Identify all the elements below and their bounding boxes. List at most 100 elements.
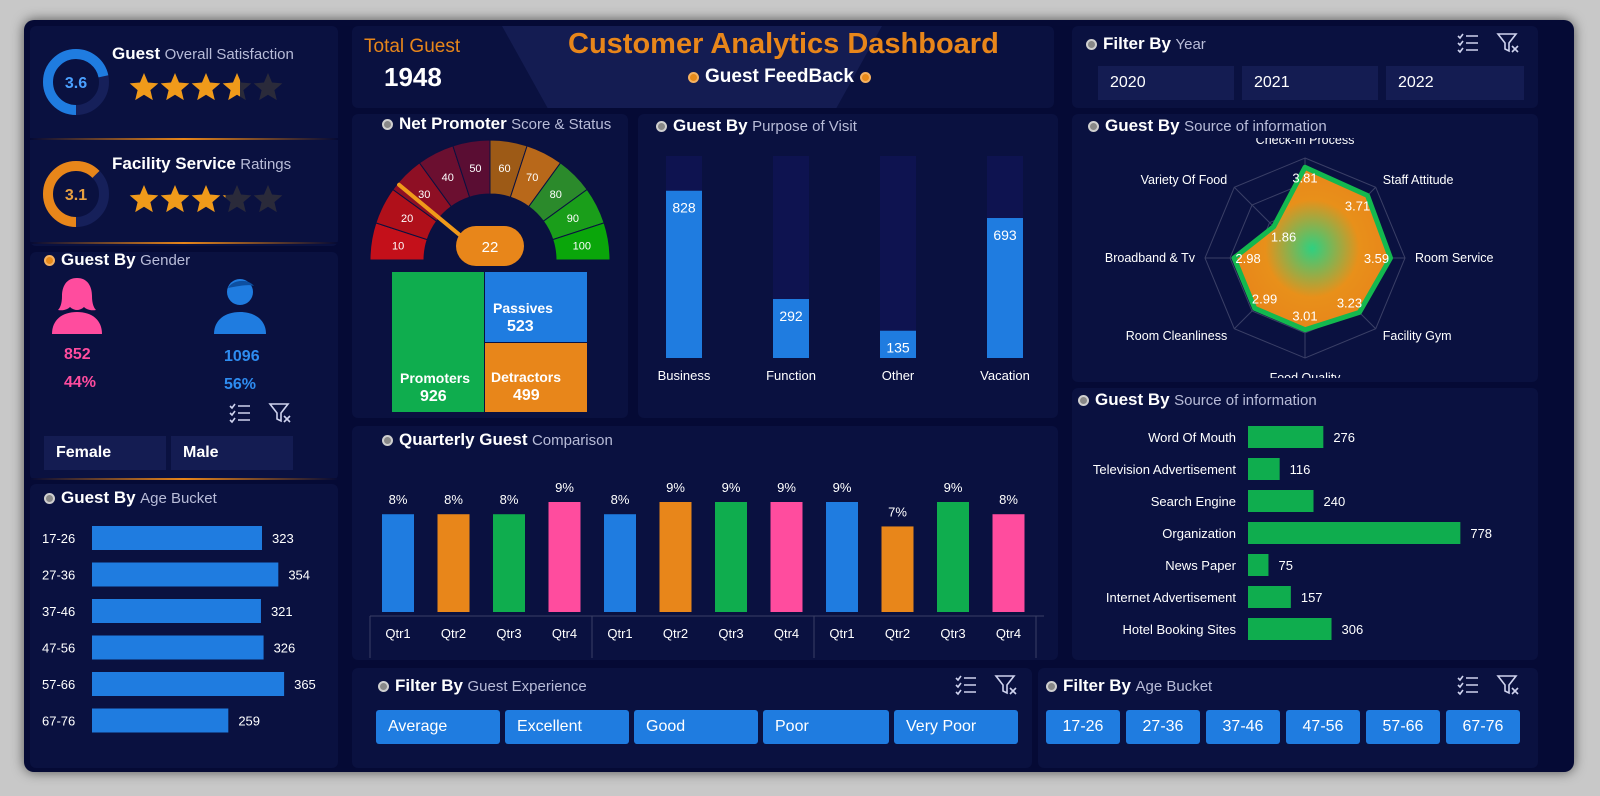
promoters-label: Promoters	[400, 370, 471, 386]
quarter-value-label: 9%	[666, 480, 685, 495]
female-percent: 44%	[64, 374, 97, 391]
experience-very-poor-button[interactable]: Very Poor	[894, 710, 1018, 744]
clear-filter-icon[interactable]	[994, 674, 1018, 696]
nps-subtitle: Score & Status	[511, 116, 612, 133]
bullet-icon	[1086, 39, 1097, 51]
age-bucket-label: 37-46	[42, 604, 75, 619]
quarter-axis-label: Qtr1	[829, 626, 854, 641]
purpose-bar	[666, 190, 702, 358]
quarter-bar	[937, 502, 969, 612]
male-percent: 56%	[224, 376, 257, 393]
satisfaction-title: Guest	[112, 44, 161, 63]
star-icon	[253, 185, 283, 213]
radar-value-label: 3.23	[1337, 295, 1362, 310]
divider	[30, 478, 338, 480]
age-filter-17-26-button[interactable]: 17-26	[1046, 710, 1120, 744]
source-value-label: 116	[1290, 462, 1311, 477]
quarter-value-label: 9%	[555, 480, 574, 495]
age-filter-27-36-button[interactable]: 27-36	[1126, 710, 1200, 744]
source-category-label: Organization	[1162, 526, 1236, 541]
radar-value-label: 2.98	[1235, 251, 1260, 266]
age-bar	[92, 562, 279, 587]
age-bucket-label: 67-76	[42, 714, 75, 729]
star-icon	[129, 185, 159, 213]
total-guest-label: Total Guest	[364, 36, 461, 57]
year-2022-button[interactable]: 2022	[1386, 66, 1524, 100]
gauge-tick-label: 100	[573, 240, 591, 252]
age-bar	[92, 672, 285, 696]
female-count: 852	[64, 346, 91, 363]
age-title: Guest By	[61, 488, 136, 507]
age-filter-57-66-button[interactable]: 57-66	[1366, 710, 1440, 744]
age-value-label: 354	[288, 568, 310, 583]
female-icon	[52, 278, 102, 334]
experience-good-button[interactable]: Good	[634, 710, 758, 744]
year-2020-button[interactable]: 2020	[1098, 66, 1234, 100]
multi-select-icon[interactable]	[1456, 32, 1480, 54]
star-icon	[129, 73, 159, 101]
year-2021-button[interactable]: 2021	[1242, 66, 1378, 100]
purpose-category-label: Business	[658, 368, 711, 383]
quarter-bar	[715, 502, 747, 612]
source-value-label: 75	[1278, 558, 1292, 573]
quarter-axis-label: Qtr2	[663, 626, 688, 641]
quarter-value-label: 8%	[389, 492, 408, 507]
multi-select-icon[interactable]	[954, 674, 978, 696]
quarter-value-label: 9%	[722, 480, 741, 495]
clear-filter-icon[interactable]	[1496, 674, 1520, 696]
source-category-label: Internet Advertisement	[1106, 590, 1236, 605]
experience-filter-panel: Filter By Guest Experience Average Excel…	[352, 668, 1032, 768]
bullet-icon	[1088, 121, 1099, 133]
gauge-tick-label: 90	[567, 213, 579, 225]
age-bar	[92, 635, 264, 660]
quarter-axis-label: Qtr4	[552, 626, 577, 641]
male-icon	[214, 279, 266, 334]
radar-axis-label: Food Quality	[1270, 371, 1342, 378]
age-bucket-label: 57-66	[42, 677, 75, 692]
radar-value-label: 1.86	[1271, 230, 1296, 245]
detractors-value: 499	[513, 387, 540, 404]
slicer-male[interactable]: Male	[171, 436, 293, 470]
source-bar	[1248, 618, 1332, 640]
nps-panel: Net Promoter Score & Status 10 20 30 40 50 60…	[352, 114, 628, 418]
age-filter-subtitle: Age Bucket	[1135, 678, 1213, 695]
age-bar	[92, 599, 261, 623]
radar-value-label: 3.01	[1292, 309, 1317, 324]
age-filter-67-76-button[interactable]: 67-76	[1446, 710, 1520, 744]
quarter-axis-label: Qtr3	[940, 626, 965, 641]
quarter-value-label: 9%	[833, 480, 852, 495]
source-value-label: 276	[1333, 430, 1355, 445]
star-icon	[191, 73, 221, 101]
source-bar	[1248, 458, 1280, 480]
source-category-label: Hotel Booking Sites	[1123, 622, 1237, 637]
facility-value: 3.1	[65, 187, 87, 204]
male-count: 1096	[224, 348, 260, 365]
clear-filter-icon[interactable]	[268, 402, 292, 424]
star-icon	[222, 185, 252, 213]
experience-average-button[interactable]: Average	[376, 710, 500, 744]
source-subtitle: Source of information	[1174, 392, 1317, 409]
source-value-label: 240	[1324, 494, 1346, 509]
multi-select-icon[interactable]	[1456, 674, 1480, 696]
radar-value-label: 2.99	[1252, 291, 1277, 306]
star-icon	[160, 185, 190, 213]
facility-title: Facility Service	[112, 154, 236, 173]
bullet-icon	[382, 435, 393, 447]
gauge-tick-label: 60	[498, 163, 510, 175]
age-filter-37-46-button[interactable]: 37-46	[1206, 710, 1280, 744]
source-category-label: Search Engine	[1151, 494, 1236, 509]
slicer-female[interactable]: Female	[44, 436, 166, 470]
age-bucket-label: 27-36	[42, 568, 75, 583]
gauge-tick-label: 80	[550, 189, 562, 201]
age-value-label: 323	[272, 531, 294, 546]
age-value-label: 321	[271, 604, 293, 619]
satisfaction-subtitle: Overall Satisfaction	[164, 46, 294, 63]
experience-excellent-button[interactable]: Excellent	[505, 710, 629, 744]
multi-select-icon[interactable]	[228, 402, 252, 424]
age-filter-47-56-button[interactable]: 47-56	[1286, 710, 1360, 744]
quarter-axis-label: Qtr1	[385, 626, 410, 641]
quarter-axis-label: Qtr2	[441, 626, 466, 641]
gauge-tick-label: 10	[392, 240, 404, 252]
clear-filter-icon[interactable]	[1496, 32, 1520, 54]
experience-poor-button[interactable]: Poor	[763, 710, 889, 744]
